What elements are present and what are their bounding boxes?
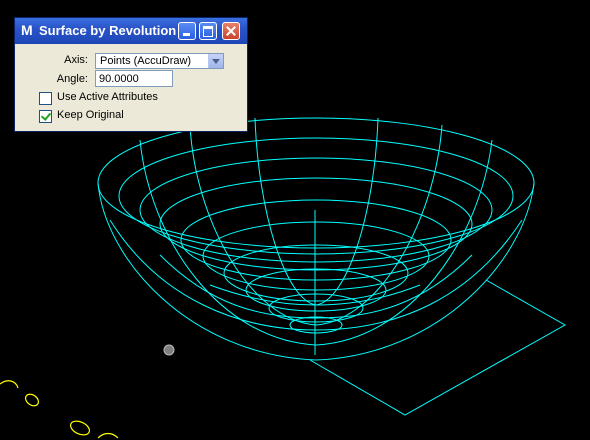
window-title: Surface by Revolution (39, 23, 177, 38)
close-button[interactable] (222, 22, 240, 40)
yellow-text-fragment (0, 380, 119, 439)
keep-original-label: Keep Original (57, 109, 124, 121)
chevron-down-icon[interactable] (208, 54, 223, 68)
axis-dropdown[interactable]: Points (AccuDraw) (95, 53, 224, 69)
use-active-attributes-label: Use Active Attributes (57, 91, 158, 103)
axis-selected-value: Points (AccuDraw) (100, 55, 192, 67)
title-bar[interactable]: M Surface by Revolution (15, 18, 247, 44)
axis-label: Axis: (64, 54, 88, 66)
minimize-button[interactable] (178, 22, 196, 40)
use-active-attributes-checkbox[interactable] (39, 92, 52, 105)
cursor-point (163, 344, 175, 356)
meridian-curve (139, 139, 493, 346)
maximize-button[interactable] (199, 22, 217, 40)
latitude-ring (223, 244, 409, 302)
latitude-ring (118, 137, 514, 255)
latitude-ring (139, 157, 493, 263)
keep-original-checkbox[interactable] (39, 110, 52, 123)
surface-by-revolution-dialog: M Surface by Revolution Axis: Points (Ac… (14, 17, 248, 132)
meridian-curve (254, 117, 379, 306)
angle-input[interactable] (95, 70, 173, 87)
microstation-app-icon: M (21, 22, 33, 38)
revolved-surface-wireframe (97, 117, 535, 361)
meridian-curve (109, 219, 523, 331)
latitude-ring (159, 177, 473, 271)
angle-label: Angle: (56, 73, 88, 85)
meridian-curve (189, 124, 443, 326)
